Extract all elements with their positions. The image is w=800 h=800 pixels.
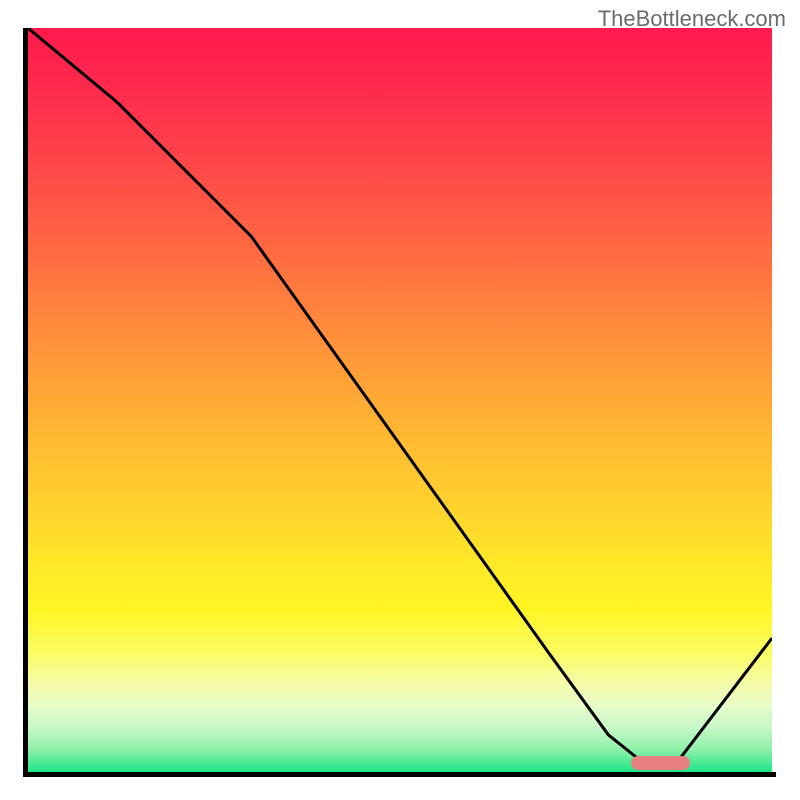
watermark-text: TheBottleneck.com bbox=[598, 6, 786, 32]
bottleneck-curve bbox=[28, 28, 772, 772]
chart-plot-area bbox=[28, 28, 772, 772]
optimal-range-marker bbox=[631, 756, 691, 770]
x-axis-line bbox=[23, 772, 776, 777]
